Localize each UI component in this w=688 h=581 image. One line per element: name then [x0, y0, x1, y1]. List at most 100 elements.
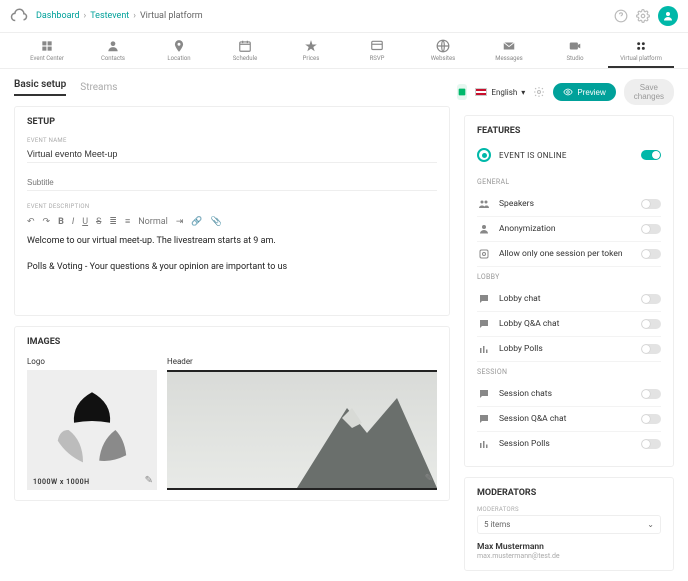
nav-prices[interactable]: Prices: [278, 39, 344, 62]
subtitle-input[interactable]: [27, 175, 437, 191]
header-label: Header: [167, 357, 437, 366]
event-desc-label: EVENT DESCRIPTION: [27, 203, 437, 210]
row-lobby-qa: Lobby Q&A chat: [477, 312, 661, 337]
header-image-box[interactable]: ✎: [167, 370, 437, 490]
save-button[interactable]: Save changes: [624, 79, 674, 105]
settings-icon[interactable]: [533, 86, 545, 98]
row-session-qa: Session Q&A chat: [477, 407, 661, 432]
qa-icon: [477, 318, 491, 330]
features-heading: FEATURES: [477, 126, 661, 136]
toggle-onesession[interactable]: [641, 249, 661, 259]
tab-streams[interactable]: Streams: [80, 82, 117, 93]
tab-row: Basic setup Streams: [14, 79, 450, 96]
strike-icon[interactable]: S: [96, 217, 101, 227]
tab-basic-setup[interactable]: Basic setup: [14, 79, 66, 96]
indent-icon[interactable]: ⇥: [176, 217, 184, 227]
section-session: SESSION: [477, 368, 661, 376]
row-lobby-polls: Lobby Polls: [477, 337, 661, 362]
nav-event-center[interactable]: Event Center: [14, 39, 80, 62]
logo-image-box[interactable]: 1000W x 1000H ✎: [27, 370, 157, 490]
bullet-list-icon[interactable]: ≣: [109, 217, 117, 227]
polls-icon: [477, 438, 491, 450]
underline-icon[interactable]: U: [82, 217, 88, 227]
event-name-label: EVENT NAME: [27, 137, 437, 144]
section-general: GENERAL: [477, 178, 661, 186]
preview-button[interactable]: Preview: [553, 83, 615, 101]
nav-messages[interactable]: Messages: [476, 39, 542, 62]
moderators-heading: MODERATORS: [477, 488, 661, 498]
toggle-speakers[interactable]: [641, 199, 661, 209]
mountain-image-icon: [257, 378, 437, 488]
breadcrumb-dashboard[interactable]: Dashboard: [36, 11, 80, 21]
nav-virtual-platform[interactable]: Virtual platform: [608, 39, 674, 68]
bold-icon[interactable]: B: [58, 217, 64, 227]
online-status-icon: [477, 148, 491, 162]
language-select[interactable]: English ▾: [475, 88, 525, 97]
chevron-right-icon: ›: [133, 11, 136, 21]
help-icon[interactable]: [614, 9, 628, 23]
nav-rsvp[interactable]: RSVP: [344, 39, 410, 62]
row-lobby-chat: Lobby chat: [477, 287, 661, 312]
qa-icon: [477, 413, 491, 425]
event-online-row: EVENT IS ONLINE: [477, 144, 661, 172]
main-nav: Event Center Contacts Location Schedule …: [0, 33, 688, 69]
italic-icon[interactable]: I: [72, 217, 74, 227]
setup-card: SETUP EVENT NAME EVENT DESCRIPTION ↶ ↷ B…: [14, 106, 450, 316]
event-online-label: EVENT IS ONLINE: [499, 151, 567, 160]
row-speakers: Speakers: [477, 192, 661, 217]
speakers-icon: [477, 198, 491, 210]
nav-schedule[interactable]: Schedule: [212, 39, 278, 62]
moderators-card: MODERATORS MODERATORS 5 items ⌄ Max Must…: [464, 477, 674, 571]
logo-placeholder-icon: [47, 385, 137, 475]
edit-logo-icon[interactable]: ✎: [145, 475, 153, 486]
nav-studio[interactable]: Studio: [542, 39, 608, 62]
avatar[interactable]: [658, 6, 678, 26]
setup-heading: SETUP: [27, 117, 437, 127]
moderator-name: Max Mustermann: [477, 542, 661, 552]
event-online-toggle[interactable]: [641, 150, 661, 160]
toggle-session-qa[interactable]: [641, 414, 661, 424]
row-session-polls: Session Polls: [477, 432, 661, 456]
moderators-select[interactable]: 5 items ⌄: [477, 515, 661, 534]
logo-label: Logo: [27, 357, 157, 366]
images-card: IMAGES Logo 1000W x 1000H ✎ H: [14, 326, 450, 501]
toggle-session-chats[interactable]: [641, 389, 661, 399]
row-anon: Anonymization: [477, 217, 661, 242]
row-onesession: Allow only one session per token: [477, 242, 661, 267]
attach-icon[interactable]: 📎: [211, 217, 222, 227]
nav-contacts[interactable]: Contacts: [80, 39, 146, 62]
desc-line-2: Polls & Voting - Your questions & your o…: [27, 261, 437, 275]
event-desc-editor[interactable]: Welcome to our virtual meet-up. The live…: [27, 235, 437, 305]
event-name-input[interactable]: [27, 146, 437, 163]
toggle-lobby-polls[interactable]: [641, 344, 661, 354]
undo-icon[interactable]: ↶: [27, 217, 35, 227]
polls-icon: [477, 343, 491, 355]
features-card: FEATURES EVENT IS ONLINE GENERAL Speaker…: [464, 115, 674, 467]
top-bar: Dashboard › Testevent › Virtual platform: [0, 0, 688, 33]
chevron-down-icon: ▾: [521, 88, 525, 97]
toggle-lobby-qa[interactable]: [641, 319, 661, 329]
desc-line-1: Welcome to our virtual meet-up. The live…: [27, 235, 437, 249]
edit-header-icon[interactable]: ✎: [425, 473, 433, 484]
format-select[interactable]: Normal: [138, 217, 168, 227]
gear-icon[interactable]: [636, 9, 650, 23]
moderator-item: Max Mustermann max.mustermann@test.de: [477, 542, 661, 560]
anon-icon: [477, 223, 491, 235]
chevron-right-icon: ›: [84, 11, 87, 21]
logo-dimensions: 1000W x 1000H: [33, 478, 90, 486]
chat-icon: [477, 388, 491, 400]
toggle-lobby-chat[interactable]: [641, 294, 661, 304]
nav-location[interactable]: Location: [146, 39, 212, 62]
images-heading: IMAGES: [27, 337, 437, 347]
rte-toolbar: ↶ ↷ B I U S ≣ ≡ Normal ⇥ 🔗 📎: [27, 216, 437, 227]
nav-websites[interactable]: Websites: [410, 39, 476, 62]
status-badge-icon[interactable]: [457, 84, 467, 100]
breadcrumb-current: Virtual platform: [140, 11, 203, 21]
app-logo-icon: [10, 7, 28, 25]
breadcrumb-event[interactable]: Testevent: [90, 11, 129, 21]
numbered-list-icon[interactable]: ≡: [125, 216, 130, 227]
link-icon[interactable]: 🔗: [191, 217, 202, 227]
redo-icon[interactable]: ↷: [43, 217, 51, 227]
toggle-anon[interactable]: [641, 224, 661, 234]
toggle-session-polls[interactable]: [641, 439, 661, 449]
